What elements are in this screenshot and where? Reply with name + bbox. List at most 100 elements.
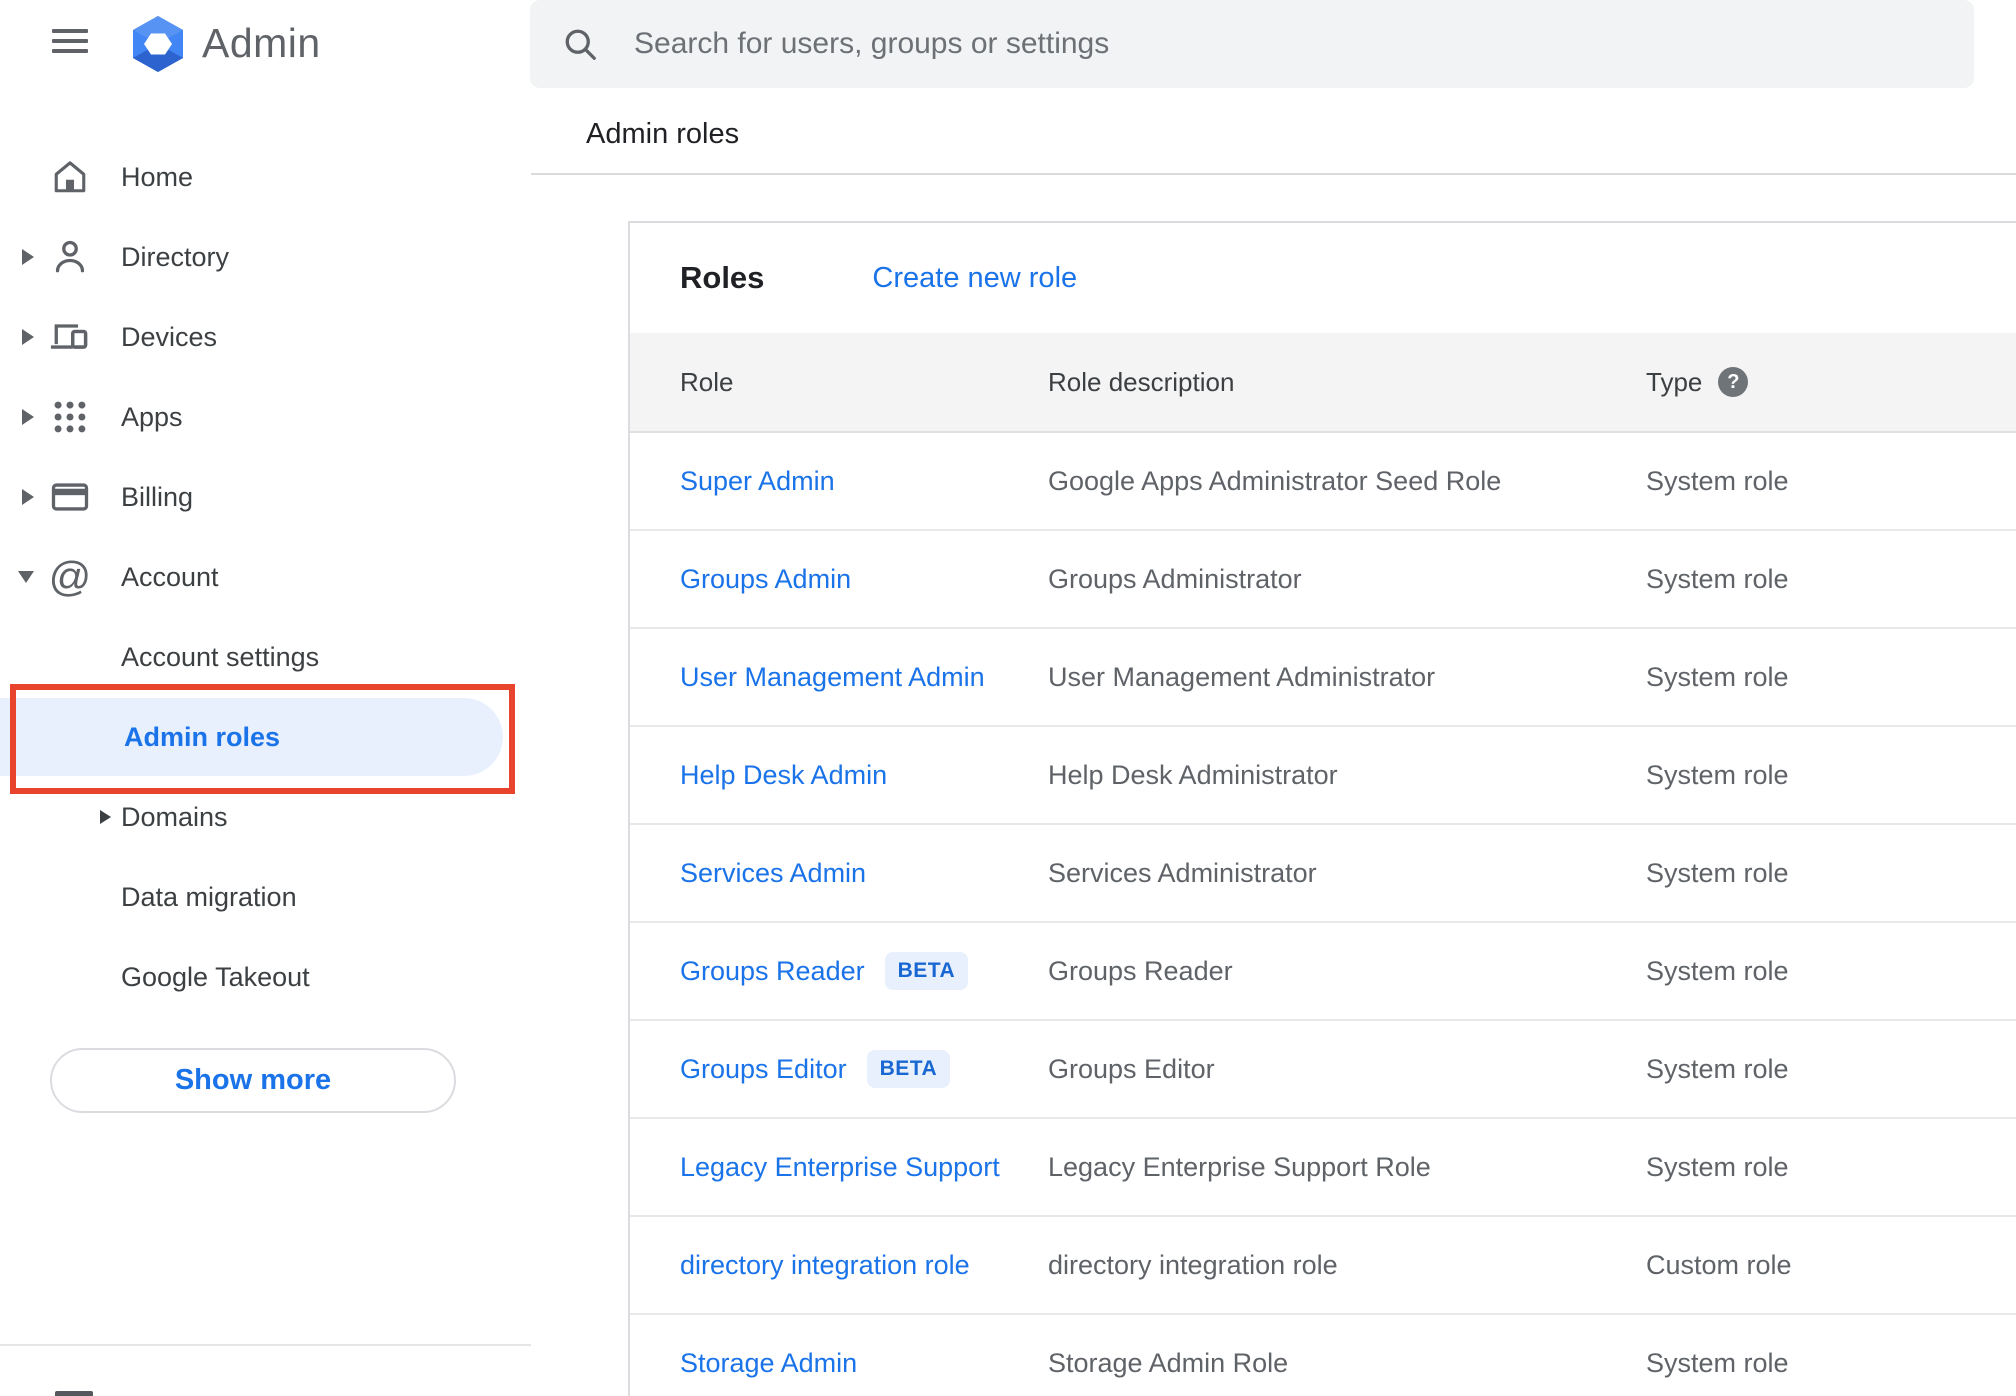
role-cell: Groups Reader BETA bbox=[680, 952, 1048, 990]
sidebar-item-apps[interactable]: Apps bbox=[0, 377, 531, 457]
sidebar-item-label: Account settings bbox=[121, 641, 320, 672]
apps-grid-icon bbox=[48, 395, 92, 439]
chevron-right-icon[interactable] bbox=[22, 489, 34, 505]
sidebar-item-label: Devices bbox=[121, 321, 218, 352]
sidebar-item-label: Account bbox=[121, 561, 219, 592]
chevron-down-icon[interactable] bbox=[18, 571, 34, 583]
role-type-cell: System role bbox=[1646, 563, 1789, 594]
sidebar: Admin Home Directory Devices Apps Billing @ Ac… bbox=[0, 0, 531, 1396]
role-link[interactable]: Storage Admin bbox=[680, 1348, 857, 1379]
sidebar-item-billing[interactable]: Billing bbox=[0, 457, 531, 537]
app-title: Admin bbox=[202, 20, 321, 66]
table-row: Legacy Enterprise Support Legacy Enterpri… bbox=[630, 1119, 2016, 1217]
role-description-cell: Legacy Enterprise Support Role bbox=[1048, 1151, 1431, 1182]
sidebar-item-account[interactable]: @ Account bbox=[0, 537, 531, 617]
role-link[interactable]: Groups Admin bbox=[680, 564, 851, 595]
card-icon bbox=[48, 475, 92, 519]
role-description-cell: Groups Administrator bbox=[1048, 563, 1302, 594]
role-type-cell: System role bbox=[1646, 857, 1789, 888]
search-icon bbox=[565, 29, 596, 60]
role-type-cell: System role bbox=[1646, 759, 1789, 790]
beta-badge: BETA bbox=[866, 1050, 951, 1088]
sidebar-item-label: Home bbox=[121, 161, 194, 192]
sidebar-item-label: Apps bbox=[121, 401, 183, 432]
role-link[interactable]: Legacy Enterprise Support bbox=[680, 1152, 1000, 1183]
search-bar bbox=[530, 0, 1974, 88]
content-divider bbox=[531, 173, 2016, 175]
role-type-cell: System role bbox=[1646, 1151, 1789, 1182]
role-link[interactable]: Services Admin bbox=[680, 858, 866, 889]
role-link[interactable]: Groups Editor bbox=[680, 1054, 847, 1085]
table-row: Services Admin Services Administrator Syst… bbox=[630, 825, 2016, 923]
role-cell: Groups Admin bbox=[680, 564, 1048, 595]
sidebar-item-directory[interactable]: Directory bbox=[0, 217, 531, 297]
devices-icon bbox=[48, 315, 92, 359]
role-description-cell: Help Desk Administrator bbox=[1048, 759, 1338, 790]
role-link[interactable]: Super Admin bbox=[680, 466, 835, 497]
role-cell: Groups Editor BETA bbox=[680, 1050, 1048, 1088]
sidebar-item-home[interactable]: Home bbox=[0, 137, 531, 217]
table-header-row: Role Role description Type ? bbox=[630, 333, 2016, 433]
role-link[interactable]: User Management Admin bbox=[680, 662, 985, 693]
at-icon: @ bbox=[48, 553, 92, 600]
sidebar-item-google-takeout[interactable]: Google Takeout bbox=[0, 937, 531, 1017]
sidebar-item-account-settings[interactable]: Account settings bbox=[0, 617, 531, 697]
role-description-cell: Google Apps Administrator Seed Role bbox=[1048, 465, 1502, 496]
sidebar-item-domains[interactable]: Domains bbox=[0, 777, 531, 857]
role-cell: Legacy Enterprise Support bbox=[680, 1152, 1048, 1183]
partial-bottom-icon bbox=[55, 1391, 93, 1396]
sidebar-item-label: Google Takeout bbox=[121, 961, 310, 992]
show-more-button[interactable]: Show more bbox=[50, 1048, 456, 1113]
chevron-right-icon[interactable] bbox=[22, 329, 34, 345]
table-row: User Management Admin User Management Adm… bbox=[630, 629, 2016, 727]
beta-badge: BETA bbox=[884, 952, 969, 990]
role-description-cell: Groups Reader bbox=[1048, 955, 1233, 986]
role-type-cell: System role bbox=[1646, 1347, 1789, 1378]
table-row: Help Desk Admin Help Desk Administrator Sy… bbox=[630, 727, 2016, 825]
role-cell: User Management Admin bbox=[680, 662, 1048, 693]
table-row: Storage Admin Storage Admin Role System ro… bbox=[630, 1315, 2016, 1396]
role-description-cell: User Management Administrator bbox=[1048, 661, 1436, 692]
role-cell: Help Desk Admin bbox=[680, 760, 1048, 791]
role-link[interactable]: Help Desk Admin bbox=[680, 760, 887, 791]
sidebar-item-data-migration[interactable]: Data migration bbox=[0, 857, 531, 937]
chevron-right-icon[interactable] bbox=[22, 249, 34, 265]
column-header-role: Role bbox=[680, 366, 734, 397]
column-header-description: Role description bbox=[1048, 366, 1235, 397]
menu-hamburger-icon[interactable] bbox=[52, 27, 88, 55]
roles-card-header: Roles Create new role bbox=[630, 223, 2016, 333]
sidebar-item-label: Domains bbox=[121, 801, 228, 832]
role-cell: directory integration role bbox=[680, 1250, 1048, 1281]
role-type-cell: System role bbox=[1646, 465, 1789, 496]
chevron-right-icon[interactable] bbox=[100, 810, 111, 824]
roles-card: Roles Create new role Role Role descript… bbox=[628, 221, 2016, 1396]
sidebar-divider bbox=[0, 1344, 531, 1346]
home-icon bbox=[48, 155, 92, 199]
role-link[interactable]: Groups Reader bbox=[680, 956, 865, 987]
table-body: Super Admin Google Apps Administrator See… bbox=[630, 433, 2016, 1396]
table-row: directory integration role directory inte… bbox=[630, 1217, 2016, 1315]
role-type-cell: System role bbox=[1646, 1053, 1789, 1084]
table-row: Groups Reader BETA Groups Reader System rol… bbox=[630, 923, 2016, 1021]
admin-console-screen: Admin Home Directory Devices Apps Billing @ Ac… bbox=[0, 0, 2016, 1396]
role-cell: Storage Admin bbox=[680, 1348, 1048, 1379]
admin-logo-icon bbox=[133, 16, 183, 72]
sidebar-item-label: Admin roles bbox=[124, 721, 281, 752]
type-help-icon[interactable]: ? bbox=[1718, 367, 1749, 397]
role-type-cell: System role bbox=[1646, 955, 1789, 986]
create-new-role-link[interactable]: Create new role bbox=[872, 262, 1077, 295]
sidebar-item-label: Data migration bbox=[121, 881, 297, 912]
role-link[interactable]: directory integration role bbox=[680, 1250, 970, 1281]
search-input[interactable] bbox=[632, 26, 1886, 62]
chevron-right-icon[interactable] bbox=[22, 409, 34, 425]
breadcrumb: Admin roles bbox=[586, 118, 740, 150]
role-cell: Services Admin bbox=[680, 858, 1048, 889]
role-type-cell: Custom role bbox=[1646, 1249, 1792, 1280]
role-type-cell: System role bbox=[1646, 661, 1789, 692]
role-description-cell: Groups Editor bbox=[1048, 1053, 1215, 1084]
sidebar-item-devices[interactable]: Devices bbox=[0, 297, 531, 377]
roles-title: Roles bbox=[680, 260, 765, 295]
sidebar-item-admin-roles[interactable]: Admin roles bbox=[0, 698, 503, 776]
role-description-cell: directory integration role bbox=[1048, 1249, 1338, 1280]
column-header-type: Type ? bbox=[1646, 367, 2016, 398]
